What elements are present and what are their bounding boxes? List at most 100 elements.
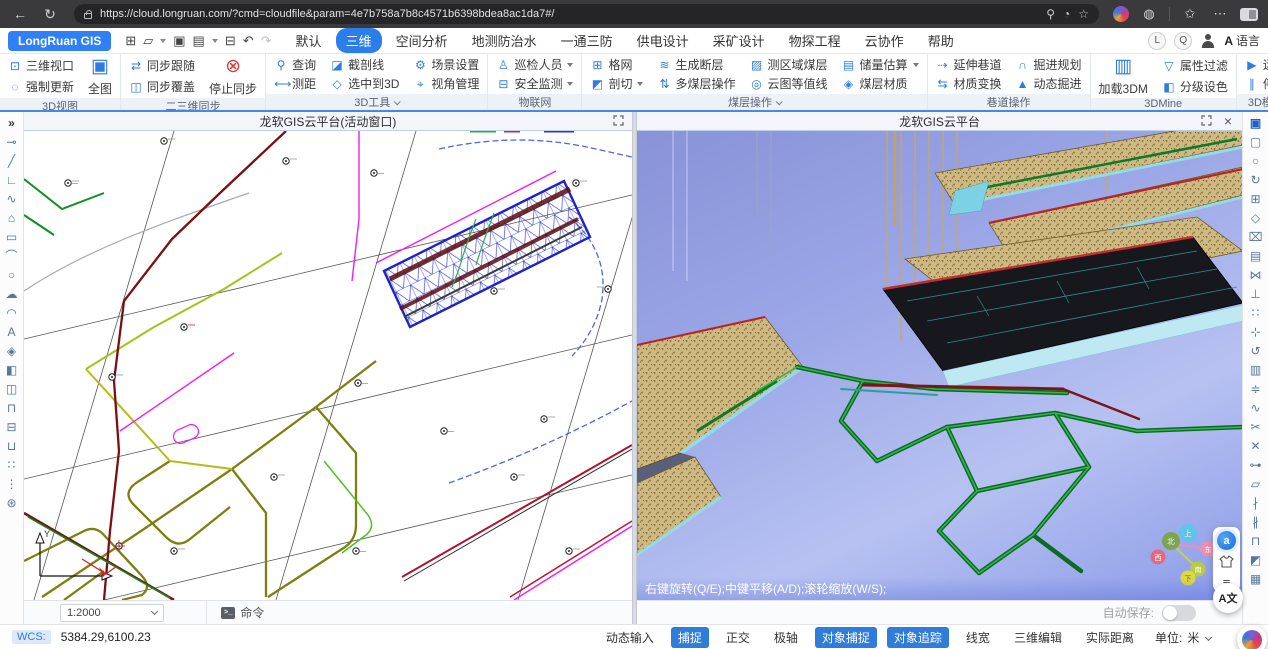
close-icon[interactable]: × <box>1224 115 1232 127</box>
browser-reload-icon[interactable]: ↻ <box>40 6 60 23</box>
bookmark-star-icon[interactable]: ☆ <box>1078 7 1089 21</box>
menu-tab[interactable]: 一通三防 <box>551 28 623 53</box>
load-3dm-button[interactable]: ▥加载3DM <box>1099 55 1148 97</box>
menu-tab[interactable]: 地测防治水 <box>462 28 547 53</box>
align-top-icon[interactable]: ⊓ <box>7 400 16 416</box>
rotate-icon[interactable]: ↺ <box>1250 343 1260 359</box>
select-to-3d-button[interactable]: ◇选中到3D <box>330 78 399 90</box>
reserve-estimate-button[interactable]: ▤储量估算 <box>842 59 919 71</box>
trim-icon[interactable]: ✂ <box>1250 419 1260 435</box>
cloud-tool-icon[interactable]: ☁ <box>6 286 18 302</box>
safety-monitor-button[interactable]: ⊟安全监测 <box>496 78 573 90</box>
line-tool-icon[interactable]: ╱ <box>8 153 15 169</box>
node-select-icon[interactable]: ⊛ <box>6 495 16 511</box>
spring-icon[interactable]: ∿ <box>1250 400 1260 416</box>
menu-tab[interactable]: 三维 <box>336 28 382 53</box>
contour-cloud-button[interactable]: ◎云图等值线 <box>749 78 827 90</box>
align-middle-icon[interactable]: ⊟ <box>6 419 16 435</box>
copilot-icon[interactable]: ◔ <box>1063 7 1070 21</box>
distribute-horizontal-icon[interactable]: ∷ <box>8 457 16 473</box>
region-seam-button[interactable]: ▨测区域煤层 <box>749 59 827 71</box>
assistant-extension-button[interactable] <box>1237 625 1267 649</box>
cap-box-icon[interactable]: ⊓ <box>1251 533 1260 549</box>
extension-icon[interactable]: ◍ <box>1139 6 1159 22</box>
stop-sync-button[interactable]: ⊗停止同步 <box>209 55 257 97</box>
slice-button[interactable]: ◩剖切 <box>590 78 643 90</box>
extend-trim-icon[interactable]: ✕ <box>1250 438 1260 454</box>
break-line2-icon[interactable]: ∦ <box>1253 514 1259 530</box>
tunneling-plan-button[interactable]: ∩掘进规划 <box>1016 59 1082 71</box>
open-file-icon[interactable]: ▱ <box>143 33 153 49</box>
text-tool-icon[interactable]: A <box>7 324 15 340</box>
section-line-button[interactable]: ◪截剖线 <box>330 59 399 71</box>
break-line-icon[interactable]: ∤ <box>1253 495 1259 511</box>
run-button[interactable]: ▶运行 <box>1245 59 1268 71</box>
map-frame-icon[interactable]: ⊞ <box>1250 191 1260 207</box>
command-input[interactable]: >_ 命令 <box>206 601 264 624</box>
unit-select[interactable]: 单位: 米 <box>1155 629 1211 646</box>
measure-distance-button[interactable]: ⟷测距 <box>274 78 316 90</box>
browser-back-icon[interactable]: ← <box>10 6 30 22</box>
material-transform-button[interactable]: ⇆材质变换 <box>936 78 1002 90</box>
autosave-toggle[interactable] <box>1162 605 1196 621</box>
rectangle-tool-icon[interactable]: ▭ <box>6 229 17 245</box>
status-toggle[interactable]: 三维编辑 <box>1007 627 1069 648</box>
status-toggle[interactable]: 正交 <box>719 627 757 648</box>
maximize-icon[interactable] <box>1201 115 1212 128</box>
mirror-icon[interactable]: ⋈ <box>1250 267 1262 283</box>
node-break-icon[interactable]: ⊶ <box>1250 457 1262 473</box>
point-tool-icon[interactable]: ⊸ <box>6 134 16 150</box>
address-bar[interactable]: https://cloud.longruan.com/?cmd=cloudfil… <box>74 4 1099 24</box>
query-shortcut-button[interactable]: Q <box>1174 32 1192 50</box>
circle-select-icon[interactable]: ○ <box>1252 153 1259 169</box>
viewport-select-icon[interactable]: ▣ <box>1250 115 1261 131</box>
query-button[interactable]: ⚲查询 <box>274 59 316 71</box>
language-button[interactable]: A 语言 <box>1224 32 1260 49</box>
status-toggle[interactable]: 实际距离 <box>1079 627 1141 648</box>
print-icon[interactable]: ⊟ <box>225 33 236 49</box>
hatch-tool-icon[interactable]: ◈ <box>7 343 16 359</box>
inspector-personnel-button[interactable]: ♙巡检人员 <box>496 59 573 71</box>
profile-icon[interactable] <box>1240 8 1258 21</box>
maximize-icon[interactable] <box>613 115 624 128</box>
clothes-material-icon[interactable] <box>1219 555 1234 573</box>
polygon-tool-icon[interactable]: ⌂ <box>8 210 15 226</box>
box-select-icon[interactable]: ▢ <box>1250 134 1261 150</box>
grid-button[interactable]: ⊞格网 <box>590 59 643 71</box>
graded-color-button[interactable]: ◧分级设色 <box>1162 81 1228 93</box>
revision-arc-tool-icon[interactable]: ◠ <box>6 305 16 321</box>
save-icon[interactable]: ▣ <box>173 33 185 49</box>
seam-material-button[interactable]: ◈煤层材质 <box>842 78 919 90</box>
dynamic-tunneling-button[interactable]: ▲动态掘进 <box>1016 78 1082 90</box>
menu-tab[interactable]: 采矿设计 <box>703 28 775 53</box>
viewport-3d-button[interactable]: ⊡三维视口 <box>8 60 74 72</box>
status-toggle[interactable]: 对象追踪 <box>887 627 949 648</box>
new-doc-icon[interactable]: ▤ <box>193 33 205 49</box>
collections-icon[interactable]: ✩ <box>1180 6 1200 22</box>
sync-overlay-button[interactable]: ◫同步覆盖 <box>129 81 195 93</box>
scale-select[interactable]: 1:2000 <box>60 604 164 622</box>
component-icon[interactable]: ∷ <box>1252 305 1260 321</box>
status-toggle[interactable]: 捕捉 <box>671 627 709 648</box>
undo-icon[interactable]: ↶ <box>243 33 254 49</box>
url-text[interactable]: https://cloud.longruan.com/?cmd=cloudfil… <box>100 8 1038 20</box>
delete-icon[interactable]: ⌧ <box>1249 229 1263 245</box>
zoom-icon[interactable]: ⚲ <box>1046 7 1055 21</box>
app-logo-button[interactable]: LongRuan GIS <box>8 31 111 51</box>
menu-tab[interactable]: 云协作 <box>855 28 914 53</box>
multi-seam-button[interactable]: ⇅多煤层操作 <box>657 78 735 90</box>
box-3d-icon[interactable]: ◩ <box>1250 552 1261 568</box>
status-toggle[interactable]: 极轴 <box>767 627 805 648</box>
layer-shortcut-button[interactable]: L <box>1148 32 1166 50</box>
generate-fault-button[interactable]: ≋生成断层 <box>657 59 735 71</box>
browser-menu-icon[interactable]: ⋯ <box>1210 6 1230 22</box>
force-refresh-button[interactable]: ◌强制更新 <box>8 81 74 93</box>
align-left-icon[interactable]: ◧ <box>6 362 17 378</box>
viewport-3d-titlebar[interactable]: 龙软GIS云平台 × <box>637 112 1242 131</box>
new-file-icon[interactable]: ⊞ <box>125 33 136 49</box>
align-center-icon[interactable]: ◫ <box>6 381 17 397</box>
circle-tool-icon[interactable]: ○ <box>8 267 15 283</box>
hatch-fill-icon[interactable]: ▦ <box>1250 571 1261 587</box>
stamp-icon[interactable]: ⊥ <box>1250 286 1260 302</box>
assistant-extension-icon[interactable] <box>1113 6 1129 22</box>
